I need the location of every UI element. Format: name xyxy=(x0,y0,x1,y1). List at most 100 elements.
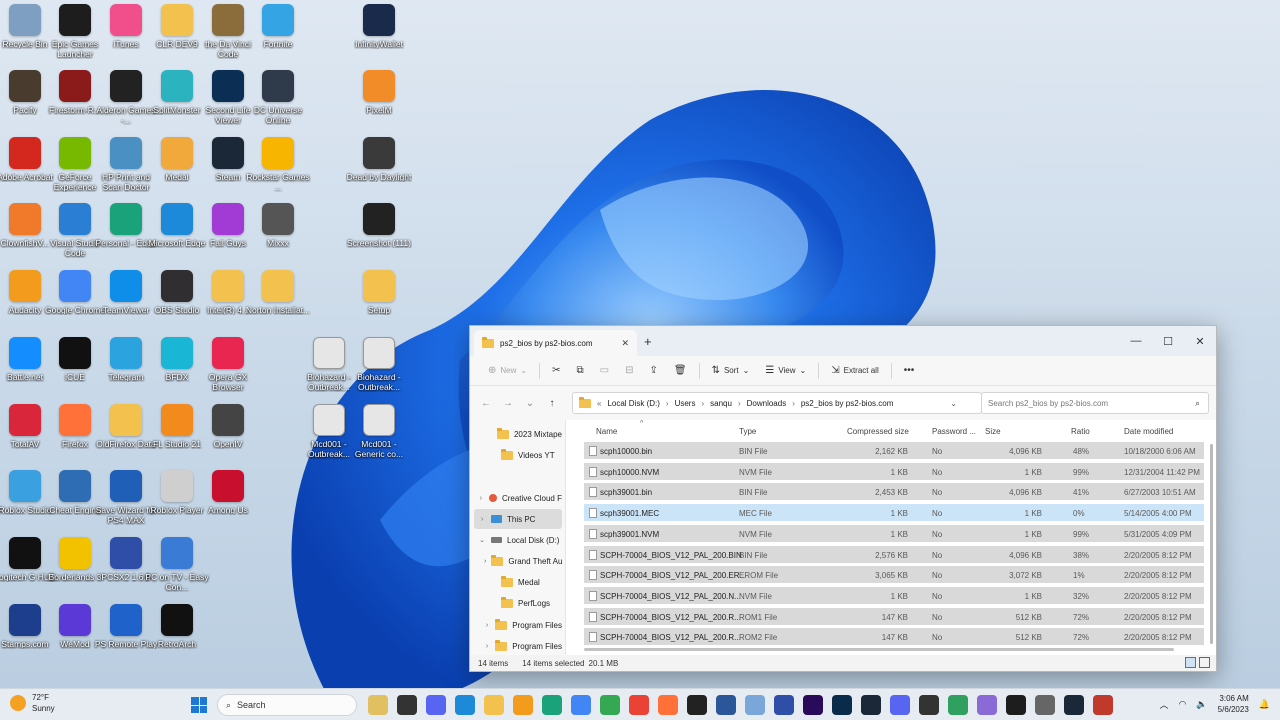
table-row[interactable]: scph39001.NVM NVM File 1 KB No 1 KB 99% 5/31/2… xyxy=(584,524,1204,544)
horizontal-scrollbar[interactable] xyxy=(584,648,1174,651)
desktop-shortcut[interactable]: Mcd001 - Generic co... xyxy=(346,404,412,468)
more-options-button[interactable]: ••• xyxy=(896,365,923,376)
desktop-shortcut[interactable]: Screenshot (111) xyxy=(346,203,412,267)
desktop-shortcut[interactable]: Setup xyxy=(346,270,412,334)
recent-locations-button[interactable]: ⌄ xyxy=(522,398,538,409)
nav-item[interactable]: › Grand Theft Au xyxy=(474,551,562,571)
close-tab-icon[interactable]: ✕ xyxy=(621,338,629,349)
breadcrumb-separator-icon[interactable]: › xyxy=(792,399,795,408)
discord-icon[interactable] xyxy=(426,695,446,715)
column-header[interactable]: Ratio xyxy=(1071,427,1090,436)
discord-icon[interactable] xyxy=(890,695,910,715)
breadcrumb-item[interactable]: Users xyxy=(675,399,696,408)
table-row[interactable]: scph39001.MEC MEC File 1 KB No 1 KB 0% 5/14/20… xyxy=(584,504,1204,524)
desktop-shortcut[interactable]: Dead by Daylight xyxy=(346,137,412,201)
steam-icon[interactable] xyxy=(861,695,881,715)
rename-button[interactable]: ⊟ xyxy=(617,365,641,376)
column-header[interactable]: Type xyxy=(739,427,756,436)
breadcrumb-item[interactable]: Local Disk (D:) xyxy=(607,399,659,408)
extract-all-button[interactable]: ⇲ Extract all xyxy=(823,365,887,376)
desktop-shortcut[interactable]: Norton Installat... xyxy=(245,270,311,334)
notepad-icon[interactable] xyxy=(948,695,968,715)
address-bar[interactable]: « Local Disk (D:) › Users › sanqu › Downloads ›… xyxy=(572,392,999,414)
file-explorer-icon[interactable] xyxy=(484,695,504,715)
expand-chevron-icon[interactable]: › xyxy=(478,495,484,502)
up-button[interactable]: ↑ xyxy=(544,398,560,409)
breadcrumb-item[interactable]: ps2_bios by ps2-bios.com xyxy=(801,399,894,408)
game-icon[interactable] xyxy=(1093,695,1113,715)
desktop-shortcut[interactable]: PC on TV - Easy Con... xyxy=(144,537,210,601)
desktop-shortcut[interactable]: RetroArch xyxy=(144,604,210,668)
breadcrumb-item[interactable]: sanqu xyxy=(710,399,732,408)
overflow-chevron-icon[interactable]: « xyxy=(597,399,601,408)
table-row[interactable]: SCPH-70004_BIOS_V12_PAL_200.ER... EROM Fi… xyxy=(584,566,1204,586)
details-view-button[interactable] xyxy=(1185,657,1196,668)
nav-item[interactable]: › Program Files xyxy=(474,615,562,635)
controller-icon[interactable] xyxy=(977,695,997,715)
table-row[interactable]: scph39001.bin BIN File 2,453 KB No 4,096 KB 4… xyxy=(584,483,1204,503)
close-window-button[interactable]: ✕ xyxy=(1184,326,1216,356)
word-icon[interactable] xyxy=(716,695,736,715)
weather-widget[interactable]: 72°F Sunny xyxy=(10,692,55,714)
expand-chevron-icon[interactable]: ⌄ xyxy=(478,536,486,544)
notification-bell-icon[interactable]: 🔔 xyxy=(1259,699,1270,710)
view-button[interactable]: ☰ View ⌄ xyxy=(757,365,814,376)
desktop-shortcut[interactable]: Rockstar Games ... xyxy=(245,137,311,201)
share-button[interactable]: ⇪ xyxy=(641,365,665,376)
breadcrumb-separator-icon[interactable]: › xyxy=(666,399,669,408)
chrome-icon[interactable] xyxy=(571,695,591,715)
desktop-shortcut[interactable]: OpenIV xyxy=(195,404,261,468)
edge-icon[interactable] xyxy=(455,695,475,715)
tiles-view-button[interactable] xyxy=(1199,657,1210,668)
nav-item[interactable]: PerfLogs xyxy=(474,593,562,613)
desktop-shortcut[interactable]: Opera GX Browser xyxy=(195,337,261,401)
desktop-shortcut[interactable]: PixelM xyxy=(346,70,412,134)
windows-start-icon[interactable] xyxy=(191,697,207,713)
forward-button[interactable]: → xyxy=(500,398,516,409)
breadcrumb-separator-icon[interactable]: › xyxy=(701,399,704,408)
table-row[interactable]: scph10000.NVM NVM File 1 KB No 1 KB 99% 12/31/… xyxy=(584,462,1204,482)
epic-games-icon[interactable] xyxy=(1006,695,1026,715)
desktop-shortcut[interactable]: DC Universe Online xyxy=(245,70,311,134)
nav-item[interactable]: Videos YT xyxy=(474,445,562,465)
expand-chevron-icon[interactable]: › xyxy=(484,622,490,629)
alderon-icon[interactable] xyxy=(687,695,707,715)
breadcrumb-separator-icon[interactable]: › xyxy=(738,399,741,408)
expand-chevron-icon[interactable]: › xyxy=(484,643,490,650)
back-button[interactable]: ← xyxy=(478,398,494,409)
minimize-button[interactable]: — xyxy=(1120,326,1152,356)
expand-chevron-icon[interactable]: › xyxy=(478,516,486,523)
copy-button[interactable]: ⧉ xyxy=(569,365,592,376)
breadcrumb-item[interactable]: Downloads xyxy=(747,399,787,408)
premiere-icon[interactable] xyxy=(803,695,823,715)
expand-chevron-icon[interactable]: › xyxy=(484,558,486,565)
wifi-icon[interactable]: ◠ xyxy=(1179,699,1187,710)
table-row[interactable]: SCPH-70004_BIOS_V12_PAL_200.N... NVM File… xyxy=(584,586,1204,606)
7zip-icon[interactable] xyxy=(919,695,939,715)
new-button[interactable]: ⊕ New ⌄ xyxy=(480,365,535,376)
new-tab-button[interactable]: + xyxy=(644,334,652,349)
nav-item[interactable]: › This PC xyxy=(474,509,562,529)
maximize-button[interactable]: ☐ xyxy=(1152,326,1184,356)
table-row[interactable]: SCPH-70004_BIOS_V12_PAL_200.R... ROM2 Fil… xyxy=(584,628,1204,648)
column-header[interactable]: Size xyxy=(985,427,1001,436)
desktop-shortcut[interactable]: Fortnite xyxy=(245,4,311,68)
clock[interactable]: 3:06 AM 5/6/2023 xyxy=(1218,693,1249,715)
table-row[interactable]: SCPH-70004_BIOS_V12_PAL_200.R... ROM1 Fil… xyxy=(584,607,1204,627)
nav-item[interactable]: 2023 Mixtape xyxy=(474,424,562,444)
nav-item[interactable]: ⌄ Local Disk (D:) xyxy=(474,530,562,550)
column-header[interactable]: Name xyxy=(596,427,617,436)
desktop-shortcut[interactable]: Among Us xyxy=(195,470,261,534)
table-row[interactable]: SCPH-70004_BIOS_V12_PAL_200.BIN BIN File 2… xyxy=(584,545,1204,565)
chrome-icon[interactable] xyxy=(629,695,649,715)
steam-icon[interactable] xyxy=(1064,695,1084,715)
vertical-scrollbar[interactable] xyxy=(1210,444,1213,644)
column-header[interactable]: Password ... xyxy=(932,427,976,436)
column-header[interactable]: Date modified xyxy=(1124,427,1173,436)
paste-button[interactable]: ▭ xyxy=(592,365,617,376)
delete-button[interactable]: 🗑 xyxy=(666,365,695,376)
taskbar-search[interactable]: ⌕ Search xyxy=(217,694,357,716)
desktop-shortcut[interactable]: Mixxx xyxy=(245,203,311,267)
audacity-icon[interactable] xyxy=(513,695,533,715)
chrome-icon[interactable] xyxy=(600,695,620,715)
